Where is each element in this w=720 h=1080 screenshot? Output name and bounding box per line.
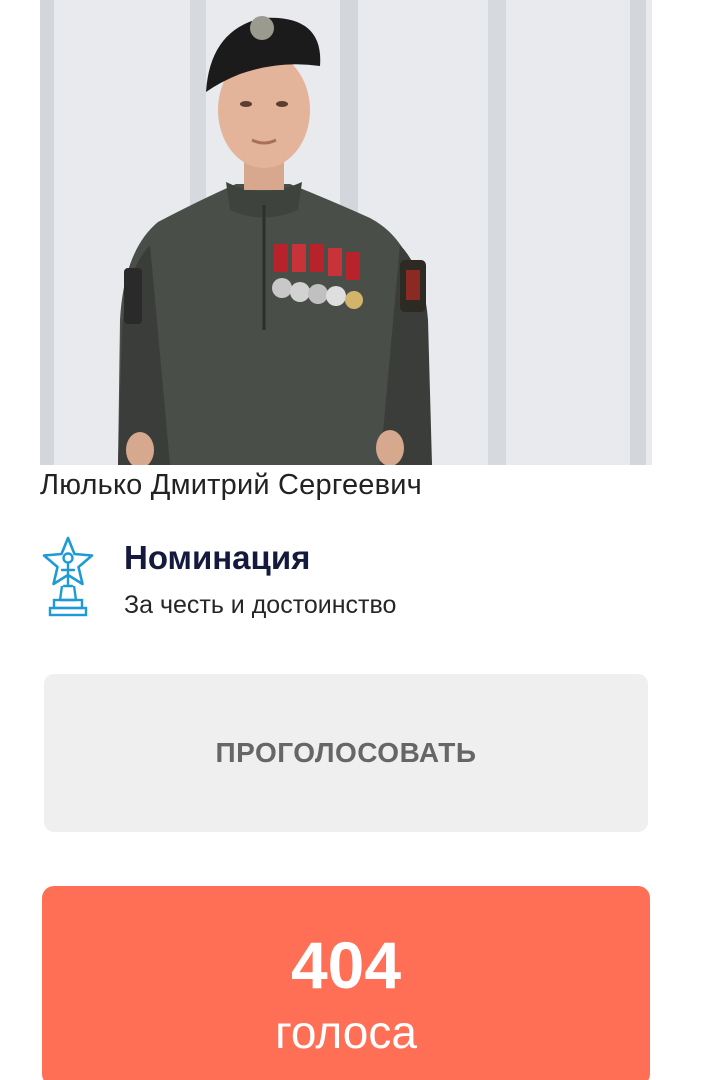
vote-counter: 404 голоса [42, 886, 650, 1080]
nominee-name: Люлько Дмитрий Сергеевич [40, 469, 422, 501]
nominee-page: Люлько Дмитрий Сергеевич Номинация За че… [0, 0, 720, 1080]
award-star-trophy-icon [42, 536, 94, 617]
nomination-title: Номинация [124, 539, 311, 576]
vote-count: 404 [290, 928, 402, 1002]
nomination-block: Номинация За честь и достоинство [38, 536, 658, 620]
vote-count-label: голоса [275, 1006, 417, 1058]
vote-button[interactable]: ПРОГОЛОСОВАТЬ [44, 674, 648, 832]
nominee-photo [40, 0, 652, 465]
nomination-value: За честь и достоинство [124, 591, 397, 619]
